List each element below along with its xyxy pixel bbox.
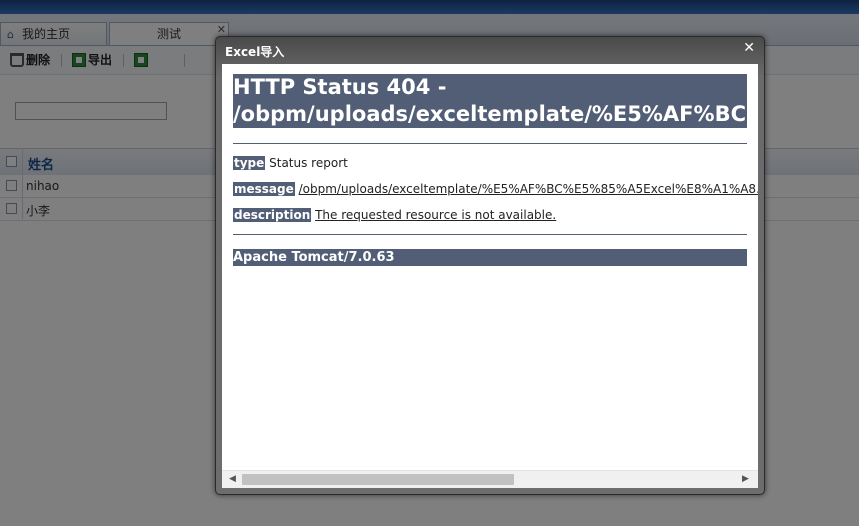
- scrollbar-thumb[interactable]: [242, 474, 514, 485]
- top-banner: [0, 0, 859, 14]
- description-value: The requested resource is not available.: [315, 208, 557, 222]
- close-icon[interactable]: ✕: [743, 40, 755, 56]
- message-row: message /obpm/uploads/exceltemplate/%E5%…: [233, 182, 758, 196]
- error-heading-line1: HTTP Status 404 -: [233, 75, 447, 99]
- message-value: /obpm/uploads/exceltemplate/%E5%AF%BC%E5…: [298, 182, 758, 196]
- server-footer: Apache Tomcat/7.0.63: [233, 249, 747, 266]
- dialog-title: Excel导入: [225, 45, 285, 59]
- error-heading: HTTP Status 404 - /obpm/uploads/exceltemp…: [233, 74, 747, 128]
- description-label: description: [233, 208, 312, 222]
- divider-line: [233, 234, 747, 235]
- type-row: type Status report: [233, 156, 348, 170]
- error-page: HTTP Status 404 - /obpm/uploads/exceltemp…: [233, 74, 758, 266]
- scroll-left-icon[interactable]: ◀: [229, 474, 236, 484]
- type-value: Status report: [269, 156, 348, 170]
- description-row: description The requested resource is no…: [233, 208, 556, 222]
- divider-line: [233, 143, 747, 144]
- type-label: type: [233, 156, 266, 170]
- horizontal-scrollbar[interactable]: ◀ ▶: [222, 470, 758, 488]
- excel-import-dialog: Excel导入 ✕ HTTP Status 404 - /obpm/uploads…: [215, 36, 765, 495]
- error-heading-line2: /obpm/uploads/exceltemplate/%E5%AF%BC: [233, 102, 746, 126]
- dialog-body: HTTP Status 404 - /obpm/uploads/exceltemp…: [222, 64, 758, 488]
- message-label: message: [233, 182, 295, 196]
- scroll-right-icon[interactable]: ▶: [742, 474, 749, 484]
